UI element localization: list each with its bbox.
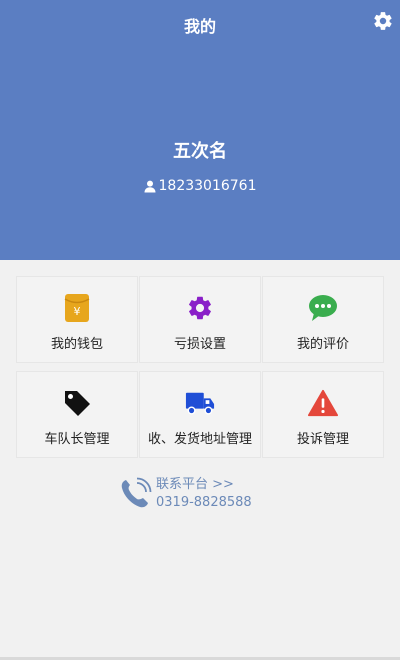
phone-icon	[121, 477, 152, 508]
menu-item-complaint-management[interactable]: 投诉管理	[262, 371, 384, 458]
profile-header: 我的 五次名 18233016761	[0, 0, 400, 260]
function-grid: ¥ 我的钱包 亏损设置 我的评价 车队长管理 收、发货地址管理 投诉管理	[16, 276, 384, 458]
tag-icon	[65, 391, 90, 416]
svg-text:¥: ¥	[74, 305, 81, 318]
menu-item-label: 我的评价	[296, 337, 349, 352]
menu-item-label: 亏损设置	[173, 337, 226, 352]
menu-item-address-management[interactable]: 收、发货地址管理	[139, 371, 261, 458]
page-title: 我的	[183, 17, 216, 36]
gear-icon	[189, 296, 211, 320]
warning-icon	[308, 389, 338, 417]
settings-button[interactable]	[372, 10, 394, 32]
menu-item-label: 投诉管理	[296, 432, 349, 447]
user-phone: 18233016761	[0, 178, 400, 194]
user-phone-number: 18233016761	[158, 178, 257, 194]
contact-phone: 0319-8828588	[156, 495, 252, 510]
gear-icon	[374, 12, 392, 30]
contact-label: 联系平台 >>	[156, 477, 234, 492]
truck-icon	[185, 392, 215, 415]
menu-item-label: 收、发货地址管理	[147, 432, 252, 447]
menu-item-captain-management[interactable]: 车队长管理	[16, 371, 138, 458]
menu-item-label: 我的钱包	[50, 337, 103, 352]
chat-bubble-icon	[309, 295, 337, 321]
user-name: 五次名	[173, 141, 227, 162]
wallet-icon: ¥	[64, 294, 90, 322]
menu-item-my-reviews[interactable]: 我的评价	[262, 276, 384, 363]
contact-platform-link[interactable]: 联系平台 >> 0319-8828588	[118, 474, 288, 514]
menu-item-wallet[interactable]: ¥ 我的钱包	[16, 276, 138, 363]
menu-item-label: 车队长管理	[44, 432, 110, 447]
user-icon	[144, 180, 155, 192]
menu-item-loss-settings[interactable]: 亏损设置	[139, 276, 261, 363]
